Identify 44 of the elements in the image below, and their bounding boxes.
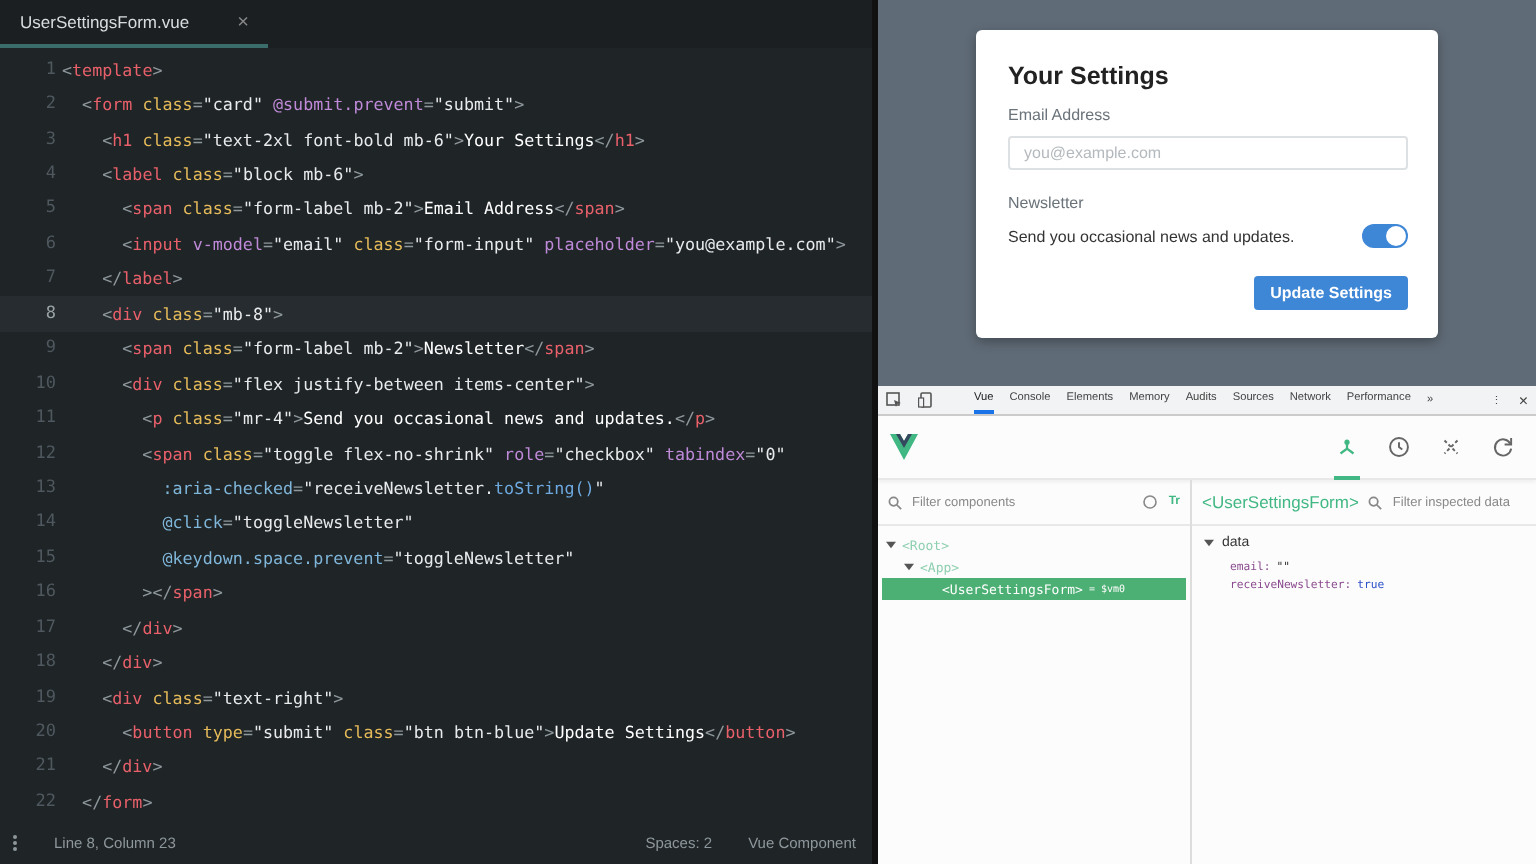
code-line: :aria-checked="receiveNewsletter.toString()": [160, 477, 605, 498]
newsletter-toggle[interactable]: [1362, 224, 1408, 248]
code-line: @click="toggleNewsletter": [160, 512, 414, 533]
component-name: <UserSettingsForm>: [1202, 492, 1359, 512]
code-line: </label>: [100, 268, 183, 289]
code-line: <button type="submit" class="btn btn-blue">Update Settings</button>: [120, 722, 796, 743]
code-line: <span class="toggle flex-no-shrink" role="checkbox" tabindex="0": [140, 443, 786, 464]
search-icon: [1368, 495, 1383, 509]
code-line: </div>: [120, 617, 183, 638]
device-icon[interactable]: [918, 392, 934, 408]
code-line: <input v-model="email" class="form-input" placeholder="you@example.com">: [120, 233, 846, 254]
code-line: <span class="form-label mb-2">Newsletter</span>: [120, 338, 595, 359]
select-icon[interactable]: [1142, 494, 1159, 510]
code-line: <form class="card" @submit.prevent="submit">: [80, 94, 525, 115]
menu-icon[interactable]: [12, 833, 18, 851]
code-line: <div class="mb-8">: [100, 303, 284, 324]
refresh-icon[interactable]: [1490, 434, 1516, 460]
code-line: </div>: [100, 756, 163, 777]
code-line: <span class="form-label mb-2">Email Address</span>: [120, 198, 625, 219]
close-icon[interactable]: ×: [237, 11, 249, 33]
code-line: </div>: [100, 652, 163, 673]
code-line: <div class="flex justify-between items-center">: [120, 373, 595, 394]
code-line: <label class="block mb-6">: [100, 164, 364, 185]
code-line: <p class="mr-4">Send you occasional news and updates.</p>: [140, 408, 716, 429]
code-line: ></span>: [140, 582, 223, 603]
caret-icon[interactable]: [1204, 538, 1214, 548]
close-icon[interactable]: ×: [1518, 391, 1528, 409]
code-line: <template>: [62, 59, 163, 80]
inspect-icon[interactable]: [886, 392, 902, 408]
search-icon: [888, 495, 902, 509]
field-label: Email Address: [1008, 106, 1113, 124]
card-title: Your Settings: [1008, 62, 1171, 90]
code-line: @keydown.space.prevent="toggleNewsletter": [160, 547, 575, 568]
update-button[interactable]: Update Settings: [1254, 276, 1408, 310]
code-line: <div class="text-right">: [100, 687, 344, 708]
code-line: <h1 class="text-2xl font-bold mb-6">Your Settings</h1>: [100, 129, 645, 150]
newsletter-text: Send you occasional news and updates.: [1008, 227, 1295, 245]
vue-logo-icon: [890, 434, 918, 460]
field-label: Newsletter: [1008, 194, 1086, 212]
caret-icon[interactable]: [886, 540, 896, 550]
caret-icon[interactable]: [904, 562, 914, 572]
history-icon[interactable]: [1386, 434, 1412, 460]
line-number: 8: [43, 303, 58, 324]
code-line: </form>: [80, 791, 153, 812]
